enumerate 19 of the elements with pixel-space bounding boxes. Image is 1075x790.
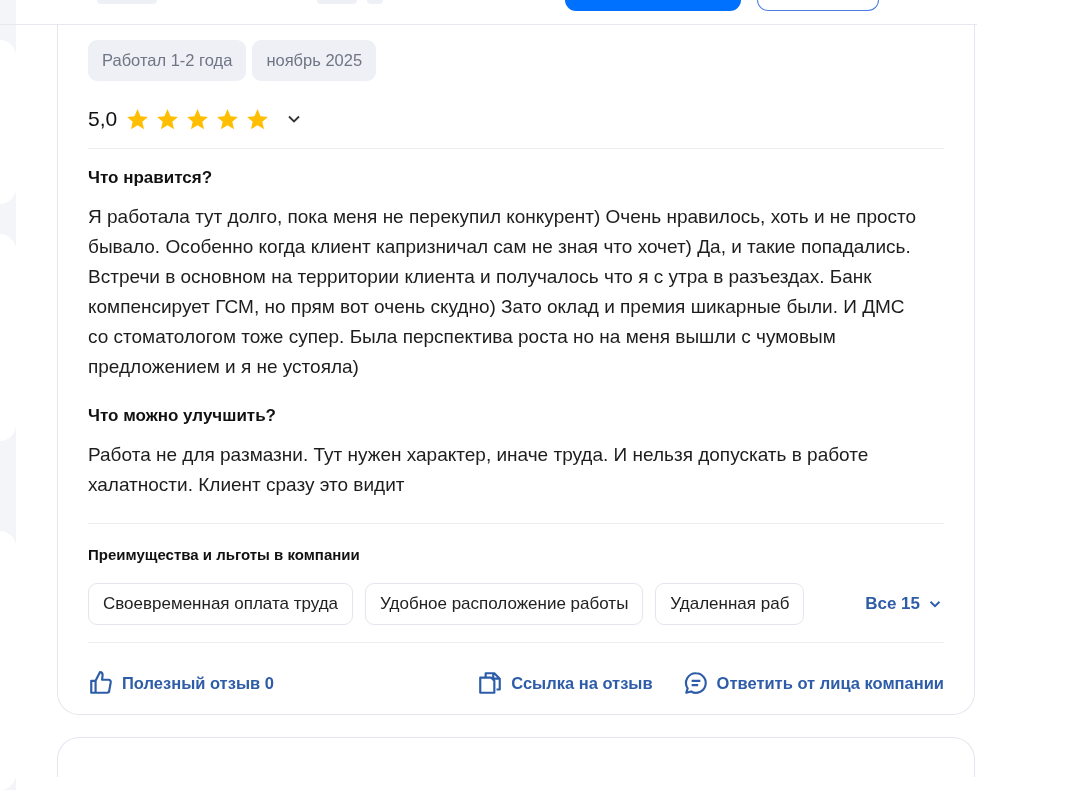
chat-icon <box>682 670 709 696</box>
action-link[interactable]: Полезный отзыв 0 <box>88 670 274 696</box>
thumbs-up-icon <box>88 670 114 696</box>
section-title: Что можно улучшить? <box>88 406 277 426</box>
primary-button[interactable] <box>565 0 741 11</box>
tag: Работал 1-2 года <box>88 40 247 81</box>
benefit-chip: Удаленная раб <box>655 583 805 625</box>
tag: ноябрь 2025 <box>252 40 377 81</box>
section-title: Что нравится? <box>88 168 214 188</box>
copy-icon <box>477 670 504 696</box>
show-all-button[interactable]: Все 15 <box>855 594 944 614</box>
benefit-chip: Удобное расположение работы <box>365 583 644 625</box>
benefits-title: Преимущества и льготы в компании <box>88 546 361 563</box>
action-link[interactable]: Ссылка на отзыв <box>477 670 653 696</box>
rating-value: 5,0 <box>88 107 118 131</box>
review-text: Я работала тут долго, пока меня не перекупил конкурент) Очень нравилось, хоть и не просто бывало. Особенно когда клиент капризничал сам не зная что хочет) Да, и такие попадались. Встречи в основном на территории клиента и получалось что я с утра в разъездах. Банк компенсирует ГСМ, но прям вот очень скудно) Зато оклад и премия шикарные были. И ДМС со стоматологом тоже супер. Была перспектива роста но на меня вышли с чумовым предложением и я не устояла) <box>88 205 918 379</box>
benefit-chip: Своевременная оплата труда <box>88 583 354 625</box>
review-text: Работа не для размазни. Тут нужен характер, иначе труда. И нельзя допускать в работе халатности. Клиент сразу это видит <box>88 443 870 497</box>
action-link[interactable]: Ответить от лица компании <box>682 670 944 696</box>
